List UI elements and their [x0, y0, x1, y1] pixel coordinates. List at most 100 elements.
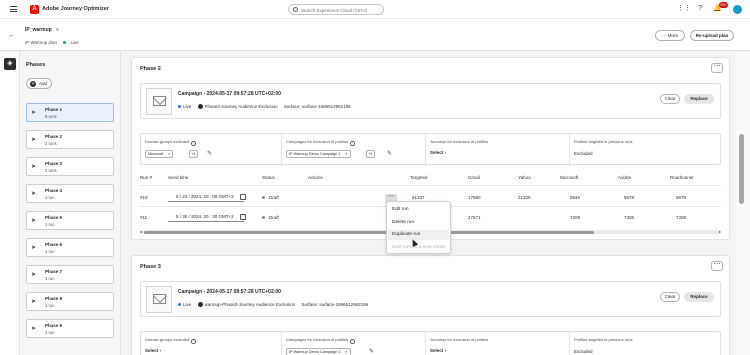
journeys-select[interactable]: Select ›	[430, 150, 446, 155]
campaign-box: Campaign - 2024-05-17 09:57:28 UTC+02:00…	[140, 83, 721, 119]
left-rail: ◈	[0, 52, 20, 355]
reupload-plan-button[interactable]: Re-upload plan	[690, 30, 734, 41]
send-time-value: 5 / 24 / 2024, 20 : 00 GMT+2	[176, 194, 234, 199]
journeys-select-label: Select	[430, 150, 444, 155]
run-number: #10	[140, 195, 148, 200]
top-bar: A Adobe Journey Optimizer ⋮⋮ ? 🔔 99+	[0, 0, 750, 19]
column-header: Microsoft	[560, 175, 579, 180]
domain-more-tag[interactable]: +1	[189, 150, 198, 158]
campaigns-exclusion-label: Campaigns for exclusion of profiles i	[286, 337, 355, 344]
phase-item-3[interactable]: ➤ Phase 3 3 runs	[26, 157, 114, 176]
edit-pencil-icon[interactable]: ✎	[387, 150, 392, 157]
edit-pencil-icon[interactable]: ✎	[207, 150, 212, 157]
phase-name: Phase 6	[45, 242, 63, 247]
menu-item-duplicate-run[interactable]: Duplicate run	[388, 230, 449, 240]
info-icon[interactable]: i	[350, 141, 355, 146]
exclusions-box: Domain groups excluded i Microsoft × +1 ✎ …	[140, 133, 721, 166]
add-phase-label: Add	[39, 81, 48, 86]
send-icon: ➤	[31, 164, 37, 170]
journeys-select[interactable]: Select ›	[430, 348, 446, 353]
send-time-value: 5 / 30 / 2024, 20 : 30 GMT+2	[176, 214, 234, 219]
scroll-thumb[interactable]	[144, 230, 594, 234]
phase-name: Phase 2	[45, 134, 63, 139]
back-arrow-icon[interactable]: ←	[8, 32, 15, 39]
campaign-meta: Live Phase3-Journey Audience Exclusion S…	[178, 104, 351, 109]
menu-item-delete-run[interactable]: Delete run	[392, 220, 414, 225]
divider	[281, 332, 282, 355]
adobe-value: 7308	[624, 215, 635, 220]
layers-icon[interactable]: ◈	[4, 58, 16, 70]
phase-item-8[interactable]: ➤ Phase 8 1 run	[26, 292, 114, 311]
settings-sliders-icon[interactable]: ≡	[56, 27, 59, 33]
send-time-field[interactable]: 5 / 30 / 2024, 20 : 30 GMT+2	[168, 213, 246, 222]
send-icon: ➤	[31, 272, 37, 278]
remove-tag-icon[interactable]: ×	[345, 151, 347, 157]
add-icon: +	[30, 80, 36, 87]
phase-item-9[interactable]: ➤ Phase 9 1 run	[26, 319, 114, 338]
scroll-right-icon[interactable]: ▸	[719, 229, 721, 234]
phase-item-6[interactable]: ➤ Phase 6 1 run	[26, 238, 114, 257]
search-input[interactable]	[301, 6, 381, 14]
apps-icon[interactable]: ⋮⋮	[677, 5, 691, 13]
phase-item-2[interactable]: ➤ Phase 2 2 runs	[26, 130, 114, 149]
calendar-icon[interactable]	[240, 194, 246, 200]
profiles-targeted-value: Excluded	[574, 151, 593, 156]
phase-runs: 1 run	[45, 276, 55, 281]
campaign-surface: Surface: surface-1696512962186	[301, 302, 369, 307]
edit-pencil-icon[interactable]: ✎	[369, 348, 374, 355]
remove-tag-icon[interactable]: ×	[345, 349, 347, 355]
phase-name: Phase 3	[45, 161, 63, 166]
replace-button[interactable]: Replace	[684, 94, 714, 104]
domain-groups-select[interactable]: Select ›	[145, 348, 161, 353]
campaigns-more-tag[interactable]: +1	[366, 150, 375, 158]
info-icon[interactable]: i	[191, 141, 196, 146]
phase-runs: 1 run	[45, 330, 55, 335]
add-phase-button[interactable]: + Add	[26, 78, 52, 89]
divider	[281, 134, 282, 166]
vertical-scrollbar[interactable]	[736, 52, 750, 355]
profiles-targeted-label: Profiles targeted in previous runs	[574, 337, 633, 342]
column-header: Roadrunner	[670, 175, 694, 180]
send-time-field[interactable]: 5 / 24 / 2024, 20 : 00 GMT+2	[168, 193, 246, 202]
phase-title: Phase 2	[140, 66, 161, 72]
phase-item-1[interactable]: ➤ Phase 1 9 runs	[26, 103, 114, 122]
run-actions-menu: Edit run Delete run Duplicate run Split …	[386, 201, 451, 254]
menu-item-split-runs[interactable]: Split runs to a new phase	[392, 245, 446, 250]
phase-item-5[interactable]: ➤ Phase 5 1 run	[26, 211, 114, 230]
more-button[interactable]: ⋯ More	[655, 30, 685, 41]
plan-type-label: IP Warmup plan	[25, 40, 58, 45]
phase-menu-button[interactable]: ⋯	[711, 261, 723, 271]
info-icon[interactable]: i	[350, 339, 355, 344]
phase-item-4[interactable]: ➤ Phase 4 1 run	[26, 184, 114, 203]
plan-subtitle: IP Warmup plan Live	[25, 40, 79, 45]
campaigns-exclusion-label: Campaigns for exclusion of profiles i	[286, 139, 355, 146]
clear-button[interactable]: Clear	[660, 94, 680, 104]
scroll-thumb[interactable]	[739, 134, 744, 204]
phase-menu-button[interactable]: ⋯	[711, 63, 723, 73]
phase-item-7[interactable]: ➤ Phase 7 1 run	[26, 265, 114, 284]
column-header: Send time	[168, 175, 189, 180]
app-name: Adobe Journey Optimizer	[42, 6, 109, 12]
chevron-right-icon: ›	[444, 348, 447, 353]
journeys-exclusion-label: Journeys for exclusion of profiles	[430, 139, 489, 144]
avatar[interactable]	[733, 5, 742, 14]
status-dot-icon	[262, 216, 265, 220]
calendar-icon[interactable]	[240, 214, 246, 220]
phase-title: Phase 3	[140, 264, 161, 270]
remove-tag-icon[interactable]: ×	[168, 151, 170, 157]
roadrunner-value: 5678	[676, 195, 687, 200]
hamburger-menu-icon[interactable]	[10, 6, 17, 12]
replace-button[interactable]: Replace	[684, 292, 714, 302]
clear-button[interactable]: Clear	[660, 292, 680, 302]
journey-icon	[197, 302, 203, 307]
info-icon[interactable]: i	[191, 339, 196, 344]
run-status-label: Draft	[269, 195, 279, 200]
help-icon[interactable]: ?	[696, 5, 704, 13]
menu-item-edit-run[interactable]: Edit run	[392, 207, 409, 212]
live-status-dot-icon	[63, 41, 67, 45]
send-icon: ➤	[31, 191, 37, 197]
phase-runs: 2 runs	[45, 141, 57, 146]
search-field[interactable]	[288, 4, 384, 15]
adobe-logo-icon: A	[30, 5, 39, 14]
scroll-left-icon[interactable]: ◂	[140, 229, 142, 234]
